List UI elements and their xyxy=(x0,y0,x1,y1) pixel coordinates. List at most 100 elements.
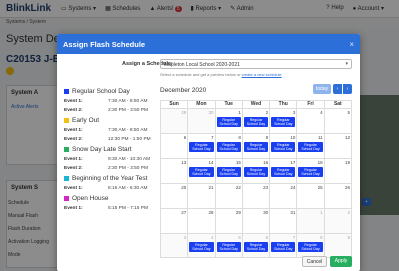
day-number: 20 xyxy=(181,185,187,190)
day-number: 1 xyxy=(320,210,323,215)
calendar-day[interactable]: 20 xyxy=(161,184,187,208)
weekday-label: Fri xyxy=(296,101,323,108)
calendar-day[interactable]: 15 Regular School Day xyxy=(214,159,242,183)
schedule-select[interactable]: Mapleton Local School 2020-2021 ▾ xyxy=(160,59,352,69)
create-schedule-link[interactable]: create a new schedule xyxy=(242,72,282,77)
day-number: 8 xyxy=(320,235,323,240)
calendar-day[interactable]: 9 xyxy=(323,234,351,257)
calendar-day[interactable]: 12 xyxy=(323,134,351,158)
calendar-day[interactable]: 1 xyxy=(296,209,324,233)
day-number: 30 xyxy=(263,210,269,215)
calendar-day[interactable]: 1 Regular School Day xyxy=(214,109,242,133)
close-icon[interactable]: × xyxy=(349,40,354,49)
calendar-event[interactable]: Regular School Day xyxy=(243,242,269,253)
calendar-event[interactable]: Regular School Day xyxy=(189,142,214,153)
calendar-day[interactable]: 19 xyxy=(323,159,351,183)
day-number: 25 xyxy=(317,185,323,190)
calendar-day[interactable]: 13 xyxy=(161,159,187,183)
day-number: 14 xyxy=(208,160,214,165)
calendar-day[interactable]: 9 Regular School Day xyxy=(241,134,269,158)
day-number: 30 xyxy=(208,110,214,115)
calendar-event[interactable]: Regular School Day xyxy=(216,142,241,153)
calendar-day[interactable]: 7 Regular School Day xyxy=(187,134,214,158)
legend-swatch xyxy=(64,176,69,181)
calendar-event[interactable]: Regular School Day xyxy=(243,142,269,153)
calendar-day[interactable]: 10 Regular School Day xyxy=(269,134,296,158)
calendar-day[interactable]: 6 Regular School Day xyxy=(241,234,270,257)
calendar-day[interactable]: 25 xyxy=(296,184,323,208)
event-label: Event 2: xyxy=(64,166,83,171)
calendar-day[interactable]: 8 Regular School Day xyxy=(214,134,242,158)
calendar-day[interactable]: 2 Regular School Day xyxy=(241,109,269,133)
calendar-week: 3 4 Regular School Day 5 Regular School Day 6… xyxy=(160,233,352,258)
calendar-day[interactable]: 5 Regular School Day xyxy=(214,234,242,257)
calendar-event[interactable]: Regular School Day xyxy=(271,167,296,178)
calendar-day[interactable]: 16 Regular School Day xyxy=(241,159,269,183)
legend-item: Regular School Day xyxy=(64,86,160,97)
calendar-day[interactable]: 27 xyxy=(161,209,187,233)
calendar-day[interactable]: 2 xyxy=(323,209,351,233)
calendar-event[interactable]: Regular School Day xyxy=(243,117,269,128)
calendar-event[interactable]: Regular School Day xyxy=(298,142,323,153)
calendar-event[interactable]: Regular School Day xyxy=(216,117,241,128)
calendar-day[interactable]: 5 xyxy=(323,109,351,133)
calendar-day[interactable]: 6 xyxy=(161,134,187,158)
event-label: Event 2: xyxy=(64,137,83,142)
legend-event: Event 1: 7:30 AM - 8:50 AM xyxy=(64,126,160,135)
calendar-week: 29 30 1 Regular School Day 2 Regular School D… xyxy=(160,108,352,133)
cancel-button[interactable]: Cancel xyxy=(302,256,327,267)
calendar-day[interactable]: 4 xyxy=(296,109,323,133)
calendar-day[interactable]: 4 Regular School Day xyxy=(187,234,215,257)
event-time: 12:30 PM - 1:50 PM xyxy=(108,137,151,142)
calendar-event[interactable]: Regular School Day xyxy=(298,242,323,253)
event-label: Event 1: xyxy=(64,128,83,133)
event-time: 6:15 AM - 6:30 AM xyxy=(108,186,148,191)
calendar-day[interactable]: 7 Regular School Day xyxy=(269,234,297,257)
calendar-event[interactable]: Regular School Day xyxy=(271,242,296,253)
calendar-day[interactable]: 3 xyxy=(161,234,188,257)
calendar-event[interactable]: Regular School Day xyxy=(189,242,214,253)
calendar-day[interactable]: 21 xyxy=(187,184,214,208)
calendar-day[interactable]: 17 Regular School Day xyxy=(269,159,296,183)
calendar-day[interactable]: 30 xyxy=(241,209,269,233)
assign-flash-schedule-modal: Assign Flash Schedule × Assign a Schedul… xyxy=(57,34,360,271)
calendar-event[interactable]: Regular School Day xyxy=(271,117,296,128)
calendar-day[interactable]: 31 xyxy=(269,209,296,233)
calendar-event[interactable]: Regular School Day xyxy=(216,167,241,178)
chevron-right-icon[interactable]: › xyxy=(343,84,352,94)
calendar-day[interactable]: 8 Regular School Day xyxy=(296,234,324,257)
calendar-day[interactable]: 28 xyxy=(187,209,214,233)
calendar-day[interactable]: 14 Regular School Day xyxy=(187,159,214,183)
apply-button[interactable]: Apply xyxy=(330,256,352,267)
calendar-day[interactable]: 11 Regular School Day xyxy=(296,134,323,158)
legend-event: Event 1: 5:15 PM - 7:15 PM xyxy=(64,204,160,213)
day-number: 2 xyxy=(265,110,269,115)
legend-swatch xyxy=(64,147,69,152)
calendar-event[interactable]: Regular School Day xyxy=(189,167,214,178)
day-number: 6 xyxy=(265,235,269,240)
calendar-event[interactable]: Regular School Day xyxy=(271,142,296,153)
day-number: 16 xyxy=(263,160,269,165)
calendar-event[interactable]: Regular School Day xyxy=(216,242,241,253)
calendar-day[interactable]: 3 Regular School Day xyxy=(269,109,296,133)
today-button[interactable]: today xyxy=(313,84,331,94)
calendar-day[interactable]: 23 xyxy=(241,184,269,208)
day-number: 29 xyxy=(181,110,187,115)
event-time: 7:30 AM - 8:50 AM xyxy=(108,99,148,104)
calendar-week: 27 28 29 30 31 1 2 xyxy=(160,208,352,233)
calendar-event[interactable]: Regular School Day xyxy=(298,167,323,178)
calendar-day[interactable]: 22 xyxy=(214,184,242,208)
calendar-day[interactable]: 18 Regular School Day xyxy=(296,159,323,183)
calendar-day[interactable]: 29 xyxy=(161,109,188,133)
calendar-day[interactable]: 26 xyxy=(323,184,351,208)
legend-name: Early Out xyxy=(72,117,100,124)
day-number: 31 xyxy=(290,210,296,215)
calendar-event[interactable]: Regular School Day xyxy=(243,167,269,178)
event-label: Event 2: xyxy=(64,108,83,113)
calendar-day[interactable]: 24 xyxy=(269,184,296,208)
chevron-left-icon[interactable]: ‹ xyxy=(333,84,342,94)
day-number: 5 xyxy=(347,110,350,115)
calendar-day[interactable]: 29 xyxy=(214,209,242,233)
calendar-week: 20 21 22 23 24 25 26 xyxy=(160,183,352,208)
calendar-day[interactable]: 30 xyxy=(187,109,215,133)
